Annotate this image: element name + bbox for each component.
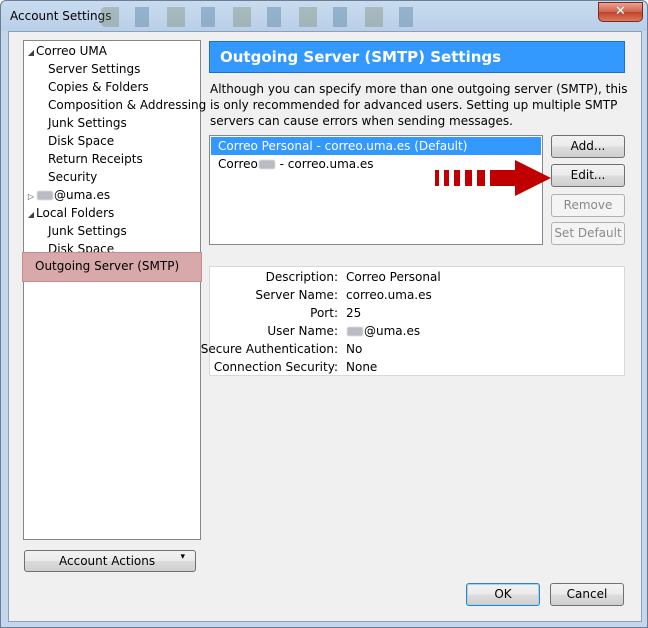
add-server-button[interactable]: Add... bbox=[551, 135, 625, 158]
cancel-button[interactable]: Cancel bbox=[550, 583, 624, 606]
tree-item-disk-space[interactable]: Disk Space bbox=[48, 132, 114, 150]
tree-item-label: Local Folders bbox=[36, 206, 115, 220]
background-icons bbox=[101, 7, 421, 27]
detail-label: User Name: bbox=[267, 324, 338, 338]
detail-label: Description: bbox=[265, 270, 338, 284]
dropdown-arrow-icon: ▾ bbox=[180, 552, 185, 562]
redacted-username bbox=[37, 191, 53, 200]
redacted-username bbox=[347, 327, 363, 336]
detail-label: Secure Authentication: bbox=[200, 342, 338, 356]
close-button[interactable]: ✕ bbox=[598, 2, 643, 22]
detail-label: Server Name: bbox=[255, 288, 338, 302]
detail-value: correo.uma.es bbox=[346, 288, 432, 302]
tree-item-uma-account[interactable]: ▷ @uma.es bbox=[26, 186, 110, 204]
server-row-default[interactable]: Correo Personal - correo.uma.es (Default… bbox=[211, 137, 541, 155]
set-default-button[interactable]: Set Default bbox=[551, 222, 625, 245]
tree-item-server-settings[interactable]: Server Settings bbox=[48, 60, 140, 78]
title-bar[interactable]: Account Settings ✕ bbox=[1, 1, 647, 31]
tree-item-local-folders[interactable]: ◢ Local Folders bbox=[26, 204, 114, 222]
tree-item-copies-folders[interactable]: Copies & Folders bbox=[48, 78, 149, 96]
tree-item-correo-uma[interactable]: ◢ Correo UMA bbox=[26, 42, 107, 60]
account-actions-label: Account Actions bbox=[59, 554, 156, 568]
detail-row-description: Description: Correo Personal bbox=[210, 268, 626, 286]
expand-twisty-icon[interactable]: ◢ bbox=[26, 206, 36, 224]
page-title: Outgoing Server (SMTP) Settings bbox=[209, 41, 625, 73]
tree-item-outgoing-server[interactable]: Outgoing Server (SMTP) bbox=[22, 252, 202, 282]
redacted-text bbox=[258, 160, 275, 169]
tree-item-label: Correo UMA bbox=[36, 44, 107, 58]
detail-row-connection-security: Connection Security: None bbox=[210, 358, 626, 376]
expand-twisty-icon[interactable]: ◢ bbox=[26, 44, 36, 62]
dialog-client: ◢ Correo UMA Server Settings Copies & Fol… bbox=[8, 31, 642, 622]
server-name-suffix: - correo.uma.es bbox=[275, 157, 374, 171]
detail-label: Connection Security: bbox=[213, 360, 338, 374]
tree-item-label: @uma.es bbox=[54, 188, 111, 202]
detail-label: Port: bbox=[310, 306, 338, 320]
tree-item-return-receipts[interactable]: Return Receipts bbox=[48, 150, 143, 168]
account-actions-button[interactable]: Account Actions ▾ bbox=[24, 550, 196, 572]
tree-item-local-junk-settings[interactable]: Junk Settings bbox=[48, 222, 127, 240]
detail-value: 25 bbox=[346, 306, 362, 320]
edit-server-button[interactable]: Edit... bbox=[551, 164, 625, 187]
tree-item-security[interactable]: Security bbox=[48, 168, 97, 186]
detail-value: Correo Personal bbox=[346, 270, 441, 284]
detail-row-secure-auth: Secure Authentication: No bbox=[201, 340, 626, 358]
ok-button[interactable]: OK bbox=[466, 583, 540, 606]
detail-value: No bbox=[346, 342, 363, 356]
remove-server-button[interactable]: Remove bbox=[551, 194, 625, 217]
account-tree[interactable]: ◢ Correo UMA Server Settings Copies & Fol… bbox=[22, 40, 206, 540]
intro-text: Although you can specify more than one o… bbox=[210, 82, 628, 128]
tree-item-junk-settings[interactable]: Junk Settings bbox=[48, 114, 127, 132]
detail-value: @uma.es bbox=[346, 322, 420, 340]
account-settings-window: Account Settings ✕ ◢ Correo UMA Server Se… bbox=[0, 0, 648, 628]
tree-item-label: Outgoing Server (SMTP) bbox=[35, 259, 180, 273]
detail-value: None bbox=[346, 360, 378, 374]
detail-row-server-name: Server Name: correo.uma.es bbox=[210, 286, 626, 304]
red-arrow-annotation-icon bbox=[435, 160, 551, 196]
server-name-prefix: Correo bbox=[218, 157, 258, 171]
window-title: Account Settings bbox=[10, 9, 112, 23]
user-name-suffix: @uma.es bbox=[364, 324, 421, 338]
tree-item-composition-addressing[interactable]: Composition & Addressing bbox=[48, 96, 206, 114]
detail-row-user-name: User Name: @uma.es bbox=[210, 322, 626, 340]
server-details: Description: Correo Personal Server Name… bbox=[201, 266, 626, 376]
detail-row-port: Port: 25 bbox=[210, 304, 626, 322]
